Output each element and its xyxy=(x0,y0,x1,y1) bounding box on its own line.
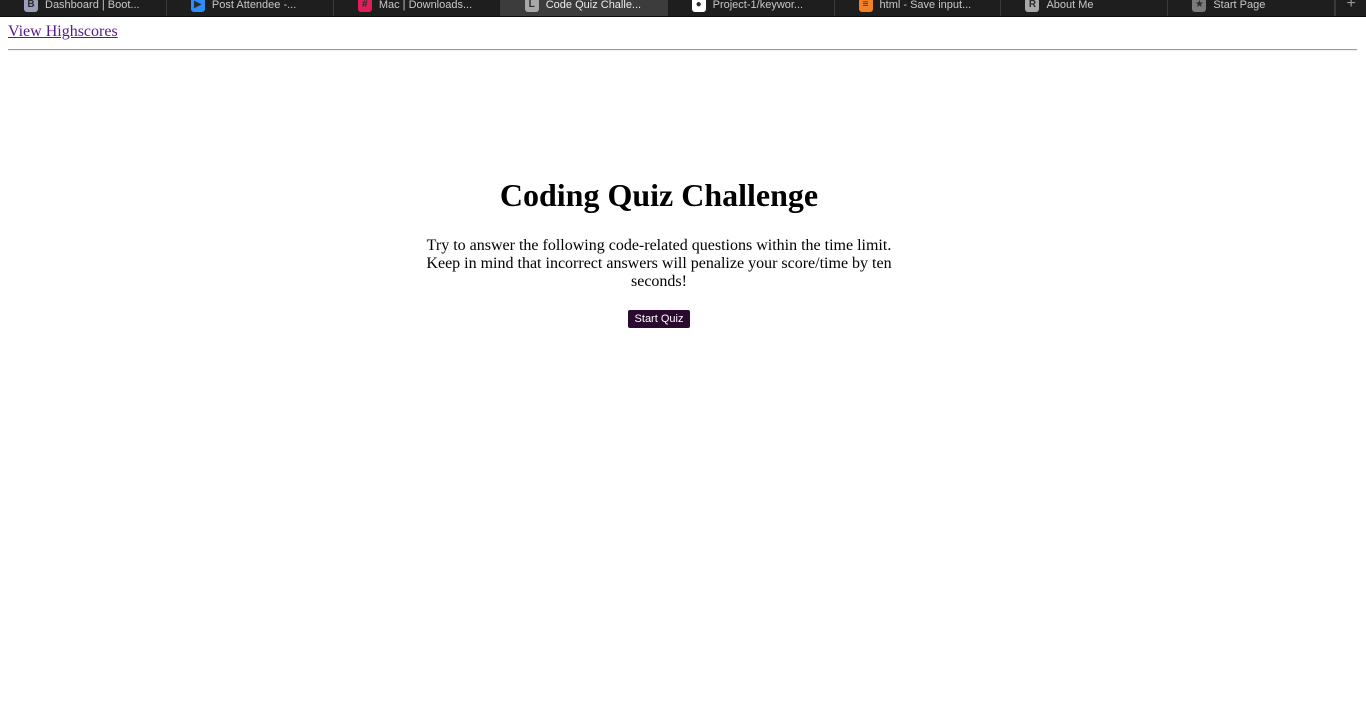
page-title: Coding Quiz Challenge xyxy=(499,177,819,213)
new-tab-plus-icon[interactable]: + xyxy=(1335,0,1366,16)
tab-html-save-input[interactable]: ≡ html - Save input... xyxy=(835,0,1002,16)
view-highscores-link[interactable]: View Highscores xyxy=(8,23,118,41)
tab-title: Mac | Downloads... xyxy=(378,0,473,11)
tab-title: Project-1/keywor... xyxy=(712,0,804,11)
start-quiz-button[interactable]: Start Quiz xyxy=(627,309,691,328)
tab-title: html - Save input... xyxy=(879,0,972,11)
github-favicon-icon: ● xyxy=(691,0,706,12)
tab-about-me[interactable]: R About Me xyxy=(1001,0,1169,16)
tab-mac-downloads[interactable]: # Mac | Downloads... xyxy=(334,0,501,16)
quiz-page: View Highscores Coding Quiz Challenge Tr… xyxy=(0,17,1366,721)
browser-tab-strip: B Dashboard | Boot... ▶ Post Attendee -.… xyxy=(0,0,1366,17)
tab-code-quiz-challenge[interactable]: L Code Quiz Challe... xyxy=(500,0,668,16)
tab-project-1-keywords[interactable]: ● Project-1/keywor... xyxy=(668,0,835,16)
tab-title: Post Attendee -... xyxy=(211,0,297,11)
letter-r-favicon-icon: R xyxy=(1025,0,1040,12)
star-favicon-icon: ★ xyxy=(1192,0,1207,12)
slack-favicon-icon: # xyxy=(357,0,372,12)
bootstrap-favicon-icon: B xyxy=(24,0,38,12)
tab-start-page[interactable]: ★ Start Page xyxy=(1168,0,1336,16)
tab-post-attendee[interactable]: ▶ Post Attendee -... xyxy=(167,0,334,16)
tab-title: Dashboard | Boot... xyxy=(45,0,140,11)
local-file-favicon-icon: L xyxy=(524,0,539,12)
header-divider xyxy=(8,49,1357,51)
quiz-instructions: Try to answer the following code-related… xyxy=(426,236,892,290)
tab-title: About Me xyxy=(1046,0,1094,11)
tab-title: Code Quiz Challe... xyxy=(545,0,642,11)
zoom-favicon-icon: ▶ xyxy=(190,0,205,12)
stackoverflow-favicon-icon: ≡ xyxy=(858,0,873,12)
quiz-intro-card: Coding Quiz Challenge Try to answer the … xyxy=(418,175,900,328)
tab-title: Start Page xyxy=(1213,0,1266,11)
tab-dashboard-bootstrap[interactable]: B Dashboard | Boot... xyxy=(0,0,167,16)
